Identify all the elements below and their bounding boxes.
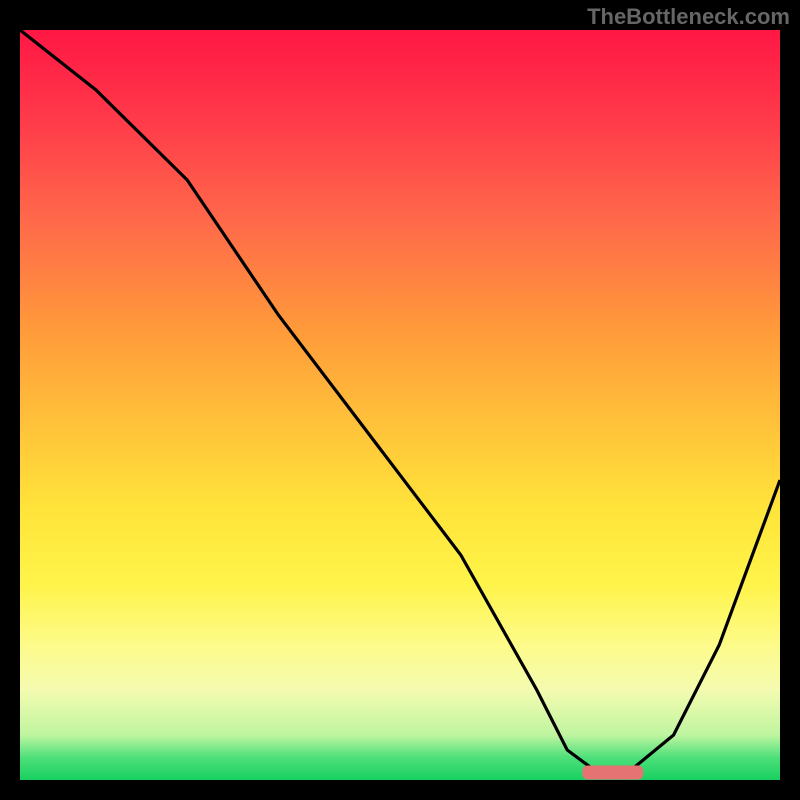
trough-highlight — [582, 766, 643, 780]
watermark-text: TheBottleneck.com — [587, 4, 790, 30]
chart-frame: TheBottleneck.com — [0, 0, 800, 800]
bottleneck-curve-path — [20, 30, 780, 773]
chart-svg — [20, 30, 780, 780]
plot-area — [20, 30, 780, 780]
